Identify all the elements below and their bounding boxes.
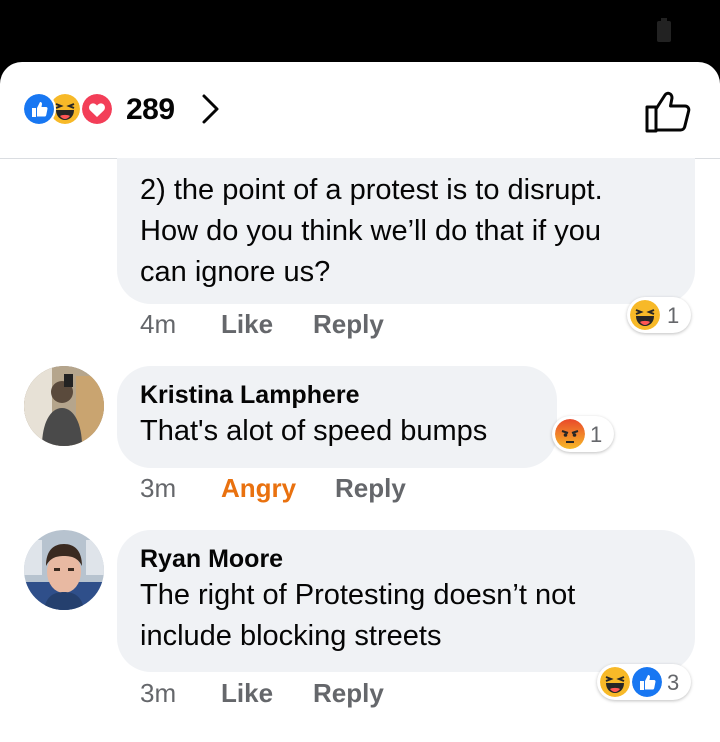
comment-author[interactable]: Ryan Moore (140, 543, 695, 575)
haha-icon (600, 667, 630, 697)
comment-bubble: Kristina Lamphere That's alot of speed b… (117, 366, 557, 468)
comment-actions: 3m Angry Reply (0, 473, 720, 509)
chevron-right-icon[interactable] (198, 92, 224, 126)
comment-reaction-badge[interactable]: 1 (552, 416, 614, 452)
haha-icon (630, 300, 660, 330)
reaction-badge-count: 1 (590, 422, 603, 447)
comment-text-line: include blocking streets (140, 620, 442, 652)
reaction-badge-count: 1 (667, 303, 680, 328)
comment-text-line: can ignore us? (140, 256, 331, 288)
comment-reaction-badge[interactable]: 1 (627, 297, 691, 333)
avatar[interactable] (24, 530, 104, 610)
avatar[interactable] (24, 366, 104, 446)
comment-author[interactable]: Kristina Lamphere (140, 379, 557, 411)
like-reaction-icon (22, 92, 56, 126)
comment-text-line: How do you think we’ll do that if you (140, 215, 602, 247)
comment-text-line: 2) the point of a protest is to disrupt. (140, 174, 603, 206)
reply-button[interactable]: Reply (313, 678, 384, 709)
reaction-count[interactable]: 289 (126, 93, 175, 127)
reactions-header: 289 (0, 62, 720, 159)
like-action-button[interactable]: Like (221, 309, 273, 340)
status-bar (0, 0, 720, 70)
comment-text-line: That's alot of speed bumps (140, 415, 488, 447)
comment-timestamp: 3m (140, 473, 177, 503)
avatar-image (24, 366, 104, 446)
angry-reaction-button[interactable]: Angry (221, 473, 296, 504)
comment-timestamp: 4m (140, 309, 177, 339)
reply-button[interactable]: Reply (335, 473, 406, 504)
like-action-button[interactable]: Like (221, 678, 273, 709)
comment-text-line: The right of Protesting doesn’t not (140, 579, 576, 611)
reply-button[interactable]: Reply (313, 309, 384, 340)
comment-bubble: 2) the point of a protest is to disrupt.… (117, 158, 695, 304)
angry-icon (555, 419, 585, 449)
like-button-icon[interactable] (644, 88, 692, 134)
comment-bubble: Ryan Moore The right of Protesting doesn… (117, 530, 695, 672)
like-icon (630, 665, 664, 699)
comment-timestamp: 3m (140, 678, 177, 708)
battery-icon (657, 18, 671, 42)
love-reaction-icon (80, 92, 114, 126)
avatar-image (24, 530, 104, 610)
reactions-comments-sheet: 289 2) the point of a protest is to disr… (0, 62, 720, 742)
comment-actions: 4m Like Reply (0, 309, 720, 345)
